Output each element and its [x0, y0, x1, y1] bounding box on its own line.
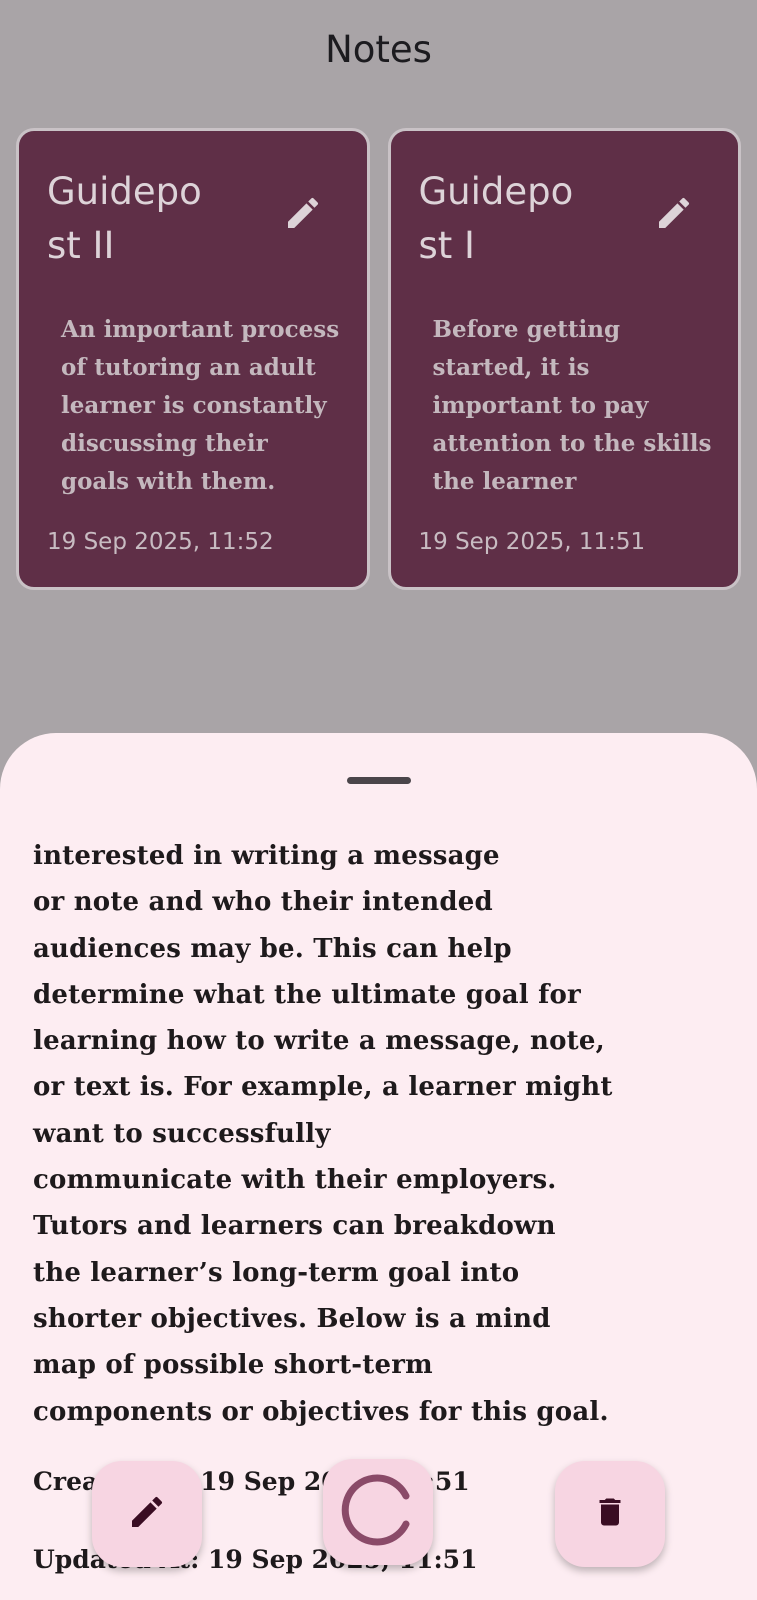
- notes-grid: Guidepost II An important process of tut…: [16, 128, 741, 590]
- pencil-icon: [127, 1492, 167, 1537]
- edit-note-icon[interactable]: [654, 193, 694, 233]
- note-date: 19 Sep 2025, 11:51: [418, 529, 646, 555]
- note-date: 19 Sep 2025, 11:52: [47, 529, 274, 555]
- note-preview: Before getting started, it is important …: [432, 316, 712, 495]
- note-preview: An important process of tutoring an adul…: [61, 316, 340, 495]
- edit-note-icon[interactable]: [283, 193, 323, 233]
- drag-handle[interactable]: [347, 777, 411, 784]
- loading-spinner-icon: [338, 1470, 418, 1555]
- delete-note-button[interactable]: [555, 1461, 665, 1567]
- trash-icon: [592, 1492, 628, 1537]
- note-card[interactable]: Guidepost I Before getting started, it i…: [387, 128, 741, 590]
- note-content: interested in writing a message or note …: [33, 841, 613, 1427]
- edit-note-button[interactable]: [92, 1461, 202, 1567]
- note-title: Guidepost I: [418, 170, 574, 267]
- note-card[interactable]: Guidepost II An important process of tut…: [16, 128, 370, 590]
- note-title: Guidepost II: [47, 170, 202, 267]
- page-title: Notes: [325, 28, 432, 71]
- loading-button[interactable]: [323, 1459, 433, 1565]
